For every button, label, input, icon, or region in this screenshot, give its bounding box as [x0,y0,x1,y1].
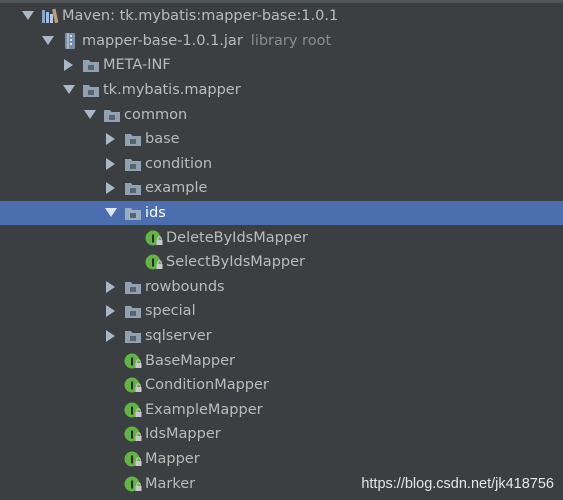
package-folder-icon [82,81,100,99]
collapsed-arrow-icon[interactable] [104,181,118,195]
svg-text:I: I [130,404,134,417]
tree-row-base-mapper[interactable]: I BaseMapper [0,348,563,373]
tree-row-label: common [124,106,188,123]
interface-locked-icon: I [145,229,163,247]
tree-row-label: tk.mybatis.mapper [103,82,241,99]
interface-locked-icon: I [124,376,142,394]
tree-row-label: META-INF [103,57,171,74]
collapsed-arrow-icon[interactable] [62,58,76,72]
tree-row-label: ExampleMapper [145,401,263,418]
package-folder-icon [124,130,142,148]
tree-row-base[interactable]: base [0,127,563,152]
tree-row-label: example [145,180,208,197]
tree-row-sqlserver[interactable]: sqlserver [0,324,563,349]
package-folder-icon [124,179,142,197]
package-folder-icon [124,278,142,296]
tree-top-border [0,0,563,3]
interface-locked-icon: I [124,352,142,370]
tree-row-common[interactable]: common [0,102,563,127]
tree-row-label: condition [145,155,213,172]
tree-row-label: rowbounds [145,278,225,295]
tree-row-label: ids [145,205,166,222]
expanded-arrow-icon[interactable] [41,34,55,48]
tree-row-condition[interactable]: condition [0,152,563,177]
tree-row-ids[interactable]: ids [0,200,563,226]
interface-locked-icon: I [145,253,163,271]
svg-text:I: I [151,232,155,245]
collapsed-arrow-icon[interactable] [104,304,118,318]
tree-row-label: special [145,303,196,320]
tree-row-label: sqlserver [145,328,212,345]
collapsed-arrow-icon[interactable] [104,329,118,343]
maven-library-icon [41,7,59,25]
expanded-arrow-icon[interactable] [83,108,97,122]
tree-row-rowbounds[interactable]: rowbounds [0,275,563,300]
tree-row-ids-mapper[interactable]: I IdsMapper [0,422,563,447]
interface-locked-icon: I [124,425,142,443]
tree-row-label: mapper-base-1.0.1.jar [82,32,243,49]
svg-text:I: I [130,478,134,491]
tree-row-label: Mapper [145,451,200,468]
expanded-arrow-icon[interactable] [62,83,76,97]
tree-row-label: Maven: tk.mybatis:mapper-base:1.0.1 [62,8,339,25]
interface-locked-icon: I [124,450,142,468]
package-folder-icon [124,327,142,345]
project-tree: Maven: tk.mybatis:mapper-base:1.0.1 mapp… [0,0,563,500]
library-root-hint: library root [250,32,332,49]
expanded-arrow-icon[interactable] [104,206,118,220]
tree-row-label: base [145,131,180,148]
tree-row-select-by-ids-mapper[interactable]: I SelectByIdsMapper [0,250,563,275]
tree-row-label: BaseMapper [145,352,235,369]
interface-locked-icon: I [124,401,142,419]
interface-locked-icon: I [124,475,142,493]
package-folder-icon [124,302,142,320]
package-folder-icon [103,106,121,124]
collapsed-arrow-icon[interactable] [104,132,118,146]
tree-row-label: IdsMapper [145,426,221,443]
svg-text:I: I [130,429,134,442]
package-folder-icon [82,56,100,74]
svg-text:I: I [130,454,134,467]
tree-row-jar[interactable]: mapper-base-1.0.1.jar library root [0,29,563,54]
tree-row-meta-inf[interactable]: META-INF [0,53,563,78]
tree-row-maven-library[interactable]: Maven: tk.mybatis:mapper-base:1.0.1 [0,4,563,29]
tree-row-label: SelectByIdsMapper [166,254,305,271]
tree-row-example[interactable]: example [0,176,563,201]
package-folder-icon [124,204,142,222]
package-folder-icon [124,155,142,173]
svg-text:I: I [130,380,134,393]
tree-row-delete-by-ids-mapper[interactable]: I DeleteByIdsMapper [0,225,563,250]
svg-text:I: I [151,257,155,270]
tree-row-tk-mybatis-mapper[interactable]: tk.mybatis.mapper [0,78,563,103]
watermark-url: https://blog.csdn.net/jk418756 [361,476,554,492]
jar-icon [61,32,79,50]
tree-row-condition-mapper[interactable]: I ConditionMapper [0,373,563,398]
tree-row-special[interactable]: special [0,299,563,324]
collapsed-arrow-icon[interactable] [104,157,118,171]
tree-row-label: ConditionMapper [145,377,269,394]
tree-row-label: DeleteByIdsMapper [166,229,308,246]
tree-row-example-mapper[interactable]: I ExampleMapper [0,398,563,423]
expanded-arrow-icon[interactable] [21,9,35,23]
collapsed-arrow-icon[interactable] [104,280,118,294]
tree-row-mapper[interactable]: I Mapper [0,447,563,472]
svg-text:I: I [130,355,134,368]
tree-row-label: Marker [145,475,196,492]
